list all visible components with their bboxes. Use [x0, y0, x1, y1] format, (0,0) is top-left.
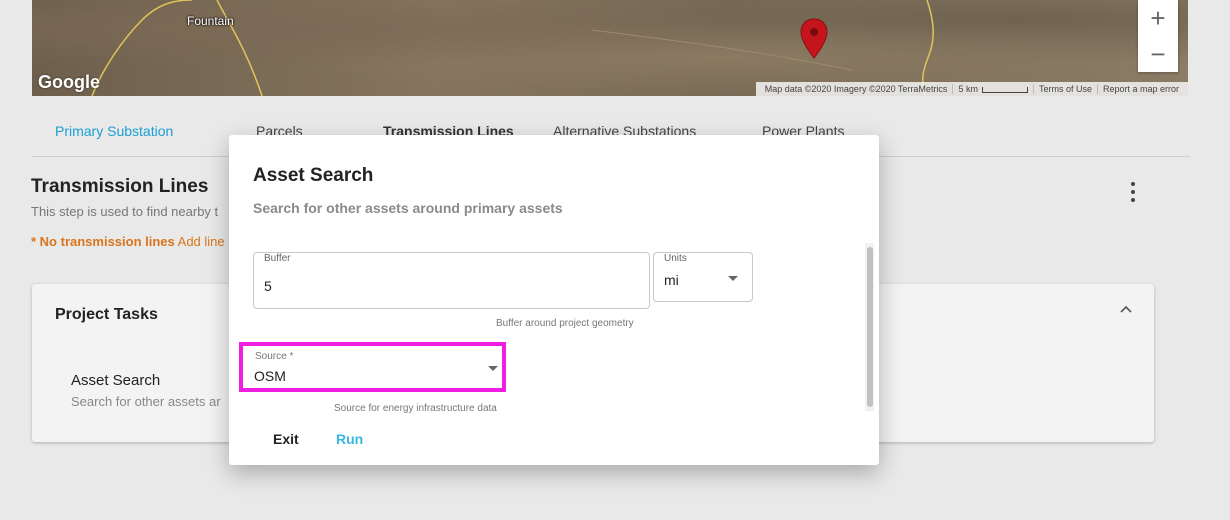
source-helper-text: Source for energy infrastructure data — [334, 403, 497, 414]
dropdown-arrow-icon — [728, 276, 738, 281]
units-label: Units — [663, 253, 688, 265]
exit-button[interactable]: Exit — [273, 431, 299, 447]
dialog-title: Asset Search — [253, 165, 374, 186]
dialog-scrollbar[interactable] — [865, 243, 874, 411]
dropdown-arrow-icon — [488, 366, 498, 371]
scrollbar-thumb[interactable] — [867, 247, 873, 407]
buffer-label: Buffer — [263, 253, 292, 265]
units-select[interactable]: Units mi — [653, 252, 753, 302]
source-label: Source * — [254, 351, 295, 363]
buffer-field[interactable]: Buffer 5 — [253, 252, 650, 309]
source-value: OSM — [254, 368, 286, 384]
run-button[interactable]: Run — [336, 431, 363, 447]
buffer-input-value[interactable]: 5 — [264, 278, 272, 294]
asset-search-dialog: Asset Search Search for other assets aro… — [229, 135, 879, 465]
units-value: mi — [664, 272, 679, 288]
source-select[interactable]: Source * OSM — [239, 342, 506, 392]
dialog-subtitle: Search for other assets around primary a… — [253, 200, 563, 216]
buffer-helper-text: Buffer around project geometry — [496, 318, 634, 329]
